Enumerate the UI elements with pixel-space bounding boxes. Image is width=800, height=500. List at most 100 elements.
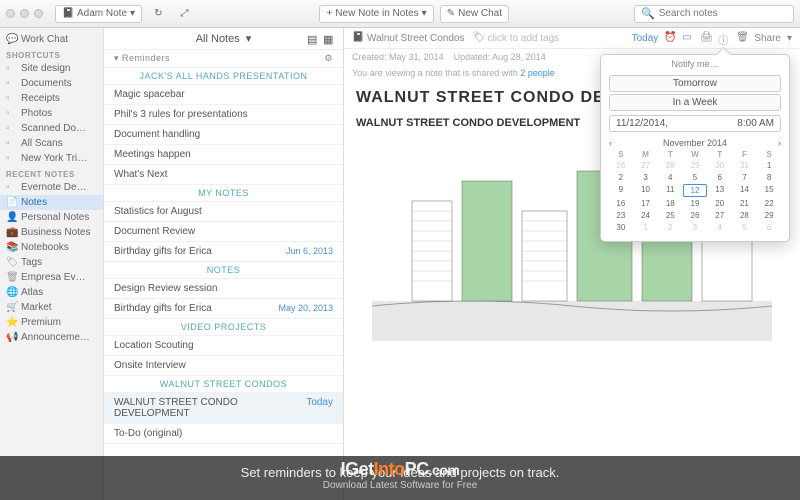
sidebar-item-notes[interactable]: 📄Notes [0, 195, 103, 210]
calendar-day[interactable]: 5 [733, 222, 757, 233]
calendar-day[interactable]: 16 [609, 198, 633, 209]
sidebar-work-chat[interactable]: 💬 Work Chat [0, 32, 103, 47]
note-list-row[interactable]: Onsite Interview [104, 356, 343, 376]
sidebar-item[interactable]: ▫Evernote De… [0, 180, 103, 195]
calendar-day[interactable]: 24 [634, 210, 658, 221]
calendar-day[interactable]: 17 [634, 198, 658, 209]
calendar-day[interactable]: 30 [609, 222, 633, 233]
calendar-day[interactable]: 3 [634, 172, 658, 183]
calendar-day[interactable]: 28 [733, 210, 757, 221]
note-list-row[interactable]: Meetings happen [104, 145, 343, 165]
note-list-row[interactable]: Document Review [104, 222, 343, 242]
card-view-icon[interactable]: ▤ [307, 33, 319, 45]
sidebar-item[interactable]: ▫Photos [0, 106, 103, 121]
reminder-datetime-field[interactable]: 11/12/2014, 8:00 AM [609, 115, 781, 132]
print-icon[interactable]: 🖨 [700, 32, 712, 44]
list-view-icon[interactable]: ▦ [323, 33, 335, 45]
sidebar-item-personalnotes[interactable]: 👤Personal Notes [0, 210, 103, 225]
calendar-day[interactable]: 4 [658, 172, 682, 183]
chevron-down-icon[interactable]: ▾ [246, 32, 252, 45]
reminders-section-head[interactable]: ▾ Reminders⚙ [104, 50, 343, 68]
zoom-window-button[interactable] [34, 9, 43, 18]
minimize-window-button[interactable] [20, 9, 29, 18]
calendar-day[interactable]: 26 [609, 160, 633, 171]
note-list-row[interactable]: What's Next [104, 165, 343, 185]
calendar-day[interactable]: 18 [658, 198, 682, 209]
new-chat-button[interactable]: ✎ New Chat [440, 5, 509, 23]
note-list-row[interactable]: Birthday gifts for EricaMay 20, 2013 [104, 299, 343, 319]
calendar-day[interactable]: 10 [634, 184, 658, 197]
sidebar-item-notebooks[interactable]: 📚Notebooks [0, 240, 103, 255]
sidebar-item[interactable]: ▫Receipts [0, 91, 103, 106]
close-window-button[interactable] [6, 9, 15, 18]
calendar-day[interactable]: 13 [708, 184, 732, 197]
sidebar-item-announceme[interactable]: 📢Announceme… [0, 330, 103, 345]
calendar-next-button[interactable]: › [778, 138, 781, 148]
calendar-day[interactable]: 25 [658, 210, 682, 221]
calendar-day[interactable]: 22 [757, 198, 781, 209]
calendar-day[interactable]: 7 [733, 172, 757, 183]
calendar-day[interactable]: 19 [683, 198, 707, 209]
share-button[interactable]: Share [754, 33, 781, 44]
new-note-button[interactable]: + New Note in Notes ▾ [319, 5, 433, 23]
note-list-row[interactable]: To-Do (original) [104, 424, 343, 444]
note-list-row[interactable]: Location Scouting [104, 336, 343, 356]
calendar-day[interactable]: 30 [708, 160, 732, 171]
notify-in-a-week-button[interactable]: In a Week [609, 94, 781, 111]
note-list-row[interactable]: Statistics for August [104, 202, 343, 222]
calendar-day[interactable]: 5 [683, 172, 707, 183]
sidebar-item-premium[interactable]: ⭐Premium [0, 315, 103, 330]
reminder-today-link[interactable]: Today [632, 33, 659, 44]
sidebar-item-tags[interactable]: 🏷Tags [0, 255, 103, 270]
calendar-day[interactable]: 27 [708, 210, 732, 221]
calendar-day[interactable]: 8 [757, 172, 781, 183]
notify-tomorrow-button[interactable]: Tomorrow [609, 75, 781, 92]
share-people-link[interactable]: 2 people [520, 68, 555, 78]
calendar-day[interactable]: 6 [708, 172, 732, 183]
tags-field[interactable]: 🏷 click to add tags [472, 32, 559, 44]
note-list-row[interactable]: Birthday gifts for EricaJun 6, 2013 [104, 242, 343, 262]
sidebar-item-businessnotes[interactable]: 💼Business Notes [0, 225, 103, 240]
calendar-day[interactable]: 9 [609, 184, 633, 197]
note-list-row[interactable]: Phil's 3 rules for presentations [104, 105, 343, 125]
sidebar-item[interactable]: ▫New York Tri… [0, 151, 103, 166]
search-box[interactable]: 🔍 [634, 5, 794, 23]
sidebar-item[interactable]: ▫All Scans [0, 136, 103, 151]
calendar-day[interactable]: 12 [683, 184, 707, 197]
calendar-day[interactable]: 14 [733, 184, 757, 197]
calendar-day[interactable]: 21 [733, 198, 757, 209]
sidebar-item[interactable]: ▫Site design [0, 61, 103, 76]
calendar-day[interactable]: 6 [757, 222, 781, 233]
calendar-day[interactable]: 29 [683, 160, 707, 171]
reminder-icon[interactable]: ⏰ [664, 32, 676, 44]
calendar-day[interactable]: 27 [634, 160, 658, 171]
calendar-day[interactable]: 4 [708, 222, 732, 233]
calendar-day[interactable]: 1 [634, 222, 658, 233]
sidebar-item-market[interactable]: 🛒Market [0, 300, 103, 315]
note-list-row[interactable]: Document handling [104, 125, 343, 145]
calendar-day[interactable]: 1 [757, 160, 781, 171]
note-list-row[interactable]: WALNUT STREET CONDO DEVELOPMENTToday [104, 393, 343, 424]
sidebar-item-atlas[interactable]: 🌐Atlas [0, 285, 103, 300]
notebook-selector[interactable]: 📓 Adam Note ▾ [55, 5, 142, 23]
activity-button[interactable]: ⤢ [174, 5, 194, 23]
calendar-prev-button[interactable]: ‹ [609, 138, 612, 148]
sidebar-item[interactable]: ▫Documents [0, 76, 103, 91]
sync-button[interactable]: ↻ [148, 5, 168, 23]
info-icon[interactable]: ⓘ [718, 32, 730, 44]
calendar-day[interactable]: 2 [609, 172, 633, 183]
calendar-day[interactable]: 11 [658, 184, 682, 197]
search-input[interactable] [659, 8, 787, 19]
note-list-row[interactable]: Design Review session [104, 279, 343, 299]
calendar-day[interactable]: 20 [708, 198, 732, 209]
sidebar-item[interactable]: ▫Scanned Do… [0, 121, 103, 136]
calendar-day[interactable]: 31 [733, 160, 757, 171]
calendar-day[interactable]: 2 [658, 222, 682, 233]
calendar-day[interactable]: 28 [658, 160, 682, 171]
note-list-row[interactable]: Magic spacebar [104, 85, 343, 105]
calendar-day[interactable]: 26 [683, 210, 707, 221]
calendar-day[interactable]: 15 [757, 184, 781, 197]
chevron-down-icon[interactable]: ▾ [787, 33, 792, 44]
trash-icon[interactable]: 🗑 [736, 32, 748, 44]
calendar-day[interactable]: 3 [683, 222, 707, 233]
